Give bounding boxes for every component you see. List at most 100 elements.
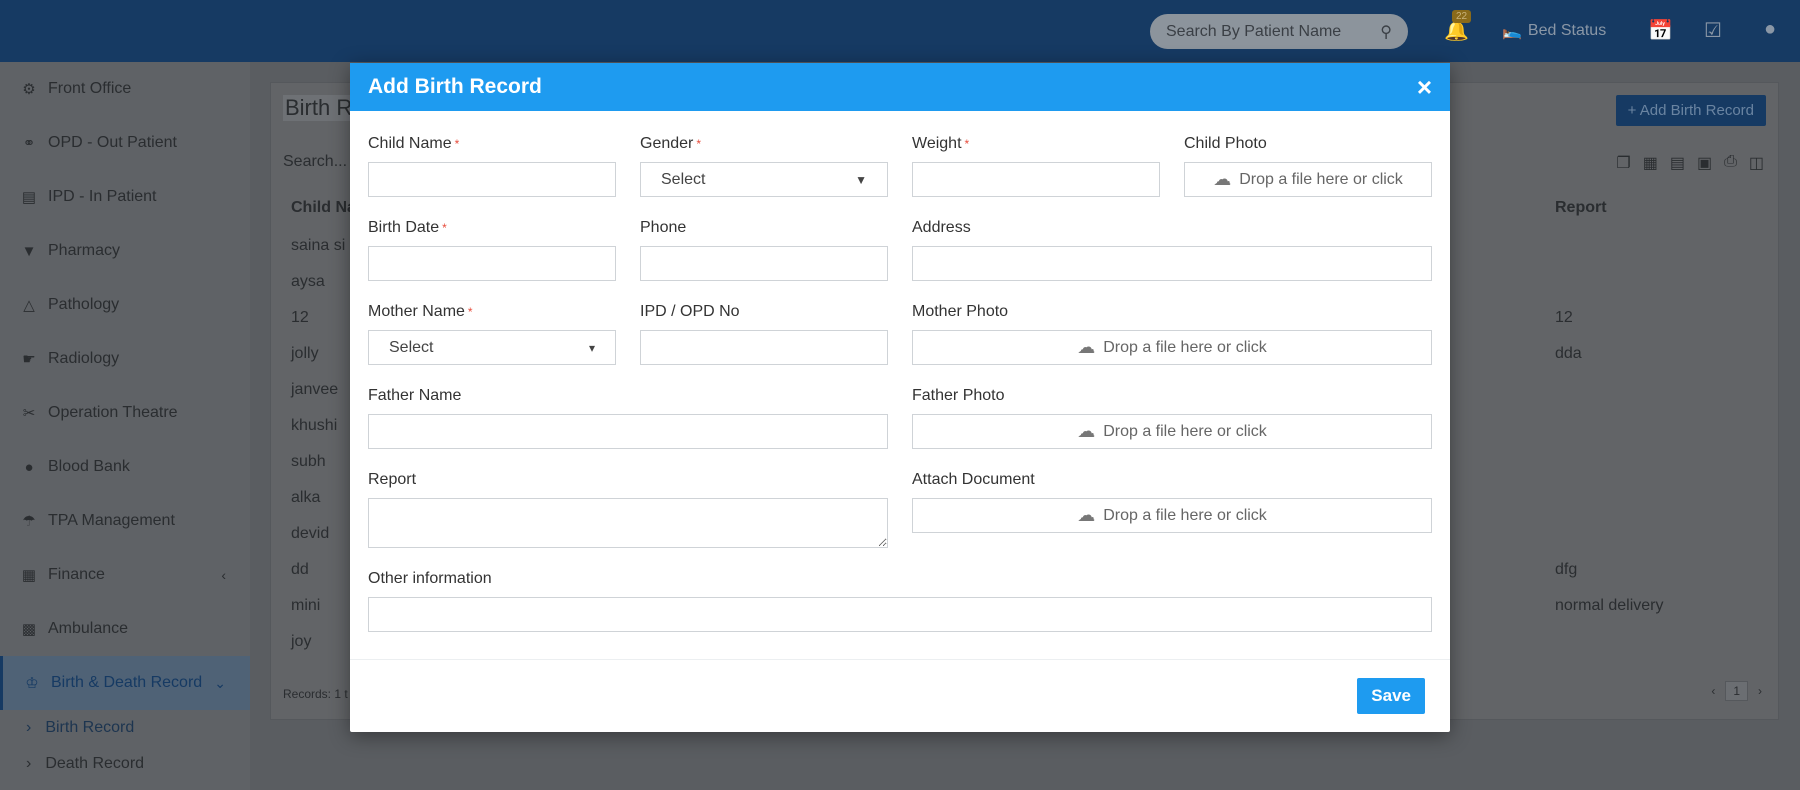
column-header-child[interactable]: Child Na: [291, 199, 356, 217]
father-photo-label: Father Photo: [912, 387, 1005, 404]
attach-document-group: Attach Document ☁ Drop a file here or cli…: [912, 471, 1432, 533]
child-photo-dropzone[interactable]: ☁ Drop a file here or click: [1184, 162, 1432, 197]
sidebar-item-label: Finance: [48, 566, 105, 583]
stethoscope-icon: ⚭: [22, 135, 36, 152]
other-info-input[interactable]: [368, 597, 1432, 632]
calendar-icon[interactable]: 📅: [1648, 18, 1673, 43]
print-icon[interactable]: ⎙: [1724, 153, 1737, 173]
mother-photo-label: Mother Photo: [912, 303, 1009, 320]
excel-icon[interactable]: ▦: [1643, 153, 1658, 173]
csv-icon[interactable]: ▤: [1670, 153, 1685, 173]
phone-input[interactable]: [640, 246, 888, 281]
caret-down-icon: ▼: [855, 172, 867, 187]
bed-icon: 🛌: [1502, 23, 1522, 40]
columns-icon[interactable]: ◫: [1749, 153, 1764, 173]
sidebar-item-birth-death-record[interactable]: ♔ Birth & Death Record ⌄: [0, 656, 250, 710]
phone-group: Phone: [640, 219, 888, 281]
sidebar-item-finance[interactable]: ▦ Finance ‹: [0, 548, 250, 602]
sidebar-item-front-office[interactable]: ⚙ Front Office: [0, 62, 250, 116]
bed-status-label: Bed Status: [1527, 22, 1607, 39]
user-avatar-icon[interactable]: ●: [1764, 18, 1776, 41]
sidebar-item-blood-bank[interactable]: ● Blood Bank: [0, 440, 250, 494]
add-birth-record-modal: Add Birth Record × Child Name * Gender * S…: [350, 63, 1450, 732]
father-photo-group: Father Photo ☁ Drop a file here or click: [912, 387, 1432, 449]
column-header-report[interactable]: Report: [1555, 199, 1607, 217]
cloud-upload-icon: ☁: [1077, 337, 1096, 357]
sidebar-item-label: TPA Management: [48, 512, 175, 529]
pager-page-1[interactable]: 1: [1725, 681, 1748, 701]
gender-group: Gender * Select ▼: [640, 135, 888, 197]
cloud-upload-icon: ☁: [1077, 421, 1096, 441]
sidebar-item-label: IPD - In Patient: [48, 188, 157, 205]
dropzone-text: Drop a file here or click: [1103, 506, 1267, 524]
dropzone-text: Drop a file here or click: [1103, 338, 1267, 356]
father-photo-dropzone[interactable]: ☁ Drop a file here or click: [912, 414, 1432, 449]
ipd-opd-input[interactable]: [640, 330, 888, 365]
front-office-icon: ⚙: [22, 81, 36, 98]
address-input[interactable]: [912, 246, 1432, 281]
mother-photo-group: Mother Photo ☁ Drop a file here or click: [912, 303, 1432, 365]
sidebar-item-tpa-management[interactable]: ☂ TPA Management: [0, 494, 250, 548]
cloud-upload-icon: ☁: [1077, 505, 1096, 525]
sidebar-subitem-death-record[interactable]: › Death Record: [0, 746, 250, 782]
mother-name-label: Mother Name *: [368, 303, 473, 320]
sidebar-subitem-label: Death Record: [45, 755, 145, 772]
pager-prev-icon[interactable]: ‹: [1711, 684, 1715, 698]
dropzone-text: Drop a file here or click: [1103, 422, 1267, 440]
attach-document-dropzone[interactable]: ☁ Drop a file here or click: [912, 498, 1432, 533]
sidebar-item-ambulance[interactable]: ▩ Ambulance: [0, 602, 250, 656]
weight-label: Weight *: [912, 135, 970, 152]
pdf-icon[interactable]: ▣: [1697, 153, 1712, 173]
gender-select[interactable]: Select ▼: [640, 162, 888, 197]
drop-icon: ●: [24, 458, 34, 476]
table-search-input[interactable]: Search...: [283, 153, 347, 171]
save-button[interactable]: Save: [1357, 678, 1425, 714]
patient-search-placeholder: Search By Patient Name: [1166, 22, 1342, 40]
dropzone-text: Drop a file here or click: [1239, 170, 1403, 188]
phone-label: Phone: [640, 219, 687, 236]
sidebar-item-pharmacy[interactable]: ▼ Pharmacy: [0, 224, 250, 278]
address-label: Address: [912, 219, 971, 236]
other-info-label: Other information: [368, 570, 492, 587]
family-icon: ♔: [25, 675, 39, 692]
sidebar-item-pathology[interactable]: △ Pathology: [0, 278, 250, 332]
pager-next-icon[interactable]: ›: [1758, 684, 1762, 698]
child-name-input[interactable]: [368, 162, 616, 197]
mother-name-select[interactable]: Select ▾: [368, 330, 616, 365]
table-cell-child: alka: [291, 489, 321, 506]
table-cell-child: dd: [291, 561, 309, 578]
sidebar-item-label: Birth & Death Record: [51, 674, 203, 691]
table-cell-child: khushi: [291, 417, 338, 434]
table-cell-report: normal delivery: [1555, 597, 1664, 614]
sidebar-item-radiology[interactable]: ☛ Radiology: [0, 332, 250, 386]
sidebar-subitem-birth-record[interactable]: › Birth Record: [0, 710, 250, 746]
copy-icon[interactable]: ❐: [1616, 153, 1630, 173]
task-check-icon[interactable]: ☑: [1704, 18, 1722, 43]
table-cell-report: dfg: [1555, 561, 1578, 578]
attach-document-label: Attach Document: [912, 471, 1035, 488]
birth-date-group: Birth Date *: [368, 219, 616, 281]
sidebar-item-ipd[interactable]: ▤ IPD - In Patient: [0, 170, 250, 224]
patient-search-input[interactable]: Search By Patient Name ⚲: [1150, 14, 1408, 49]
weight-input[interactable]: [912, 162, 1160, 197]
search-icon[interactable]: ⚲: [1380, 22, 1392, 42]
sidebar-item-operation-theatre[interactable]: ✂ Operation Theatre: [0, 386, 250, 440]
child-photo-label: Child Photo: [1184, 135, 1267, 152]
birth-date-input[interactable]: [368, 246, 616, 281]
gender-label: Gender *: [640, 135, 702, 152]
close-icon[interactable]: ×: [1417, 74, 1432, 100]
bed-icon: ▤: [21, 189, 37, 206]
other-info-group: Other information: [368, 570, 1432, 632]
table-cell-child: janvee: [291, 381, 339, 398]
chevron-right-icon: ›: [26, 755, 32, 772]
money-icon: ▦: [21, 567, 37, 584]
report-textarea[interactable]: [368, 498, 888, 548]
sidebar-item-opd[interactable]: ⚭ OPD - Out Patient: [0, 116, 250, 170]
add-birth-record-button[interactable]: + Add Birth Record: [1615, 95, 1766, 126]
gender-select-value: Select: [661, 170, 706, 188]
birth-date-label: Birth Date *: [368, 219, 447, 236]
father-name-input[interactable]: [368, 414, 888, 449]
mother-photo-dropzone[interactable]: ☁ Drop a file here or click: [912, 330, 1432, 365]
sidebar-item-label: Pharmacy: [48, 242, 121, 259]
bed-status-link[interactable]: 🛌 Bed Status: [1502, 21, 1606, 41]
